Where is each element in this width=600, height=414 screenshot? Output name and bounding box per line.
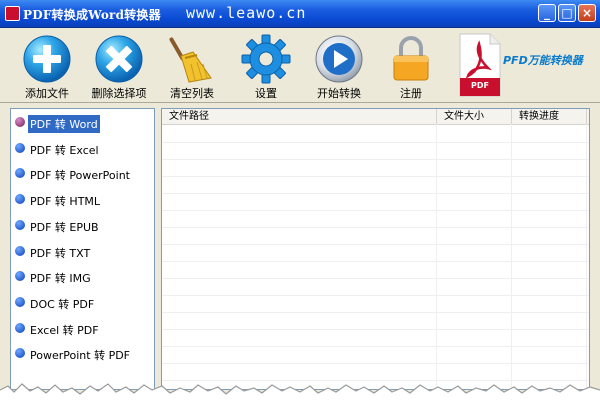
conversion-option-label: PDF 转 PowerPoint (30, 169, 130, 183)
table-row (162, 346, 589, 347)
conversion-option-label: PDF 转 EPUB (30, 220, 99, 234)
start-convert-label: 开始转换 (317, 87, 361, 100)
table-row (162, 261, 589, 262)
table-row (162, 295, 589, 296)
conversion-option-label: PDF 转 Word (28, 115, 100, 133)
table-header: 文件路径 文件大小 转换进度 (162, 109, 589, 125)
conversion-option-label: PowerPoint 转 PDF (30, 349, 130, 363)
close-button[interactable]: × (578, 4, 596, 22)
table-row (162, 244, 589, 245)
window-title: PDF转换成Word转换器 (23, 8, 161, 22)
conversion-option-label: Excel 转 PDF (30, 323, 99, 337)
conversion-type-list: PDF 转 Word PDF 转 Excel PDF 转 PowerPoint PDF… (10, 108, 155, 390)
table-row (162, 193, 589, 194)
website-url: www.leawo.cn (186, 4, 307, 22)
grid-line (586, 124, 587, 389)
table-row (162, 210, 589, 211)
radio-bullet-icon (15, 322, 25, 333)
register-label: 注册 (400, 87, 422, 100)
app-window: PDF转换成Word转换器 www.leawo.cn _ □ × 添加文件 删除… (0, 0, 600, 414)
radio-bullet-icon (15, 348, 25, 359)
remove-selected-label: 删除选择项 (91, 87, 147, 100)
brand-area: PDF PFD万能转换器 (458, 30, 598, 100)
minimize-button[interactable]: _ (538, 4, 556, 22)
add-file-label: 添加文件 (25, 87, 69, 100)
clear-list-label: 清空列表 (170, 87, 214, 100)
column-header-progress[interactable]: 转换进度 (512, 109, 587, 124)
radio-bullet-icon (15, 271, 25, 282)
settings-button[interactable]: 设置 (231, 28, 301, 102)
clear-list-button[interactable]: 清空列表 (157, 28, 227, 102)
register-button[interactable]: 注册 (376, 28, 446, 102)
toolbar: 添加文件 删除选择项 清空列表 设置 开始转换 注册 PDF PFD万能转换器 (0, 28, 600, 102)
table-row (162, 363, 589, 364)
conversion-option-label: DOC 转 PDF (30, 297, 95, 311)
conversion-option-label: PDF 转 Excel (30, 143, 99, 157)
settings-label: 设置 (255, 87, 277, 100)
table-row (162, 329, 589, 330)
conversion-option-label: PDF 转 TXT (30, 246, 91, 260)
lock-icon (393, 36, 429, 81)
table-row (162, 278, 589, 279)
table-row (162, 142, 589, 143)
table-row (162, 176, 589, 177)
remove-selected-button[interactable]: 删除选择项 (84, 28, 154, 102)
grid-line (436, 124, 437, 389)
grid-line (511, 124, 512, 389)
broom-icon (169, 37, 212, 83)
conversion-option-label: PDF 转 HTML (30, 195, 101, 209)
radio-bullet-icon (15, 142, 25, 153)
add-file-button[interactable]: 添加文件 (12, 28, 82, 102)
title-bar[interactable]: PDF转换成Word转换器 www.leawo.cn _ □ × (0, 0, 600, 28)
column-header-size[interactable]: 文件大小 (437, 109, 512, 124)
toolbar-divider (0, 102, 600, 103)
maximize-button[interactable]: □ (558, 4, 576, 22)
app-icon (5, 6, 20, 21)
conversion-option-label: PDF 转 IMG (30, 272, 91, 286)
radio-bullet-icon (15, 245, 25, 256)
start-convert-button[interactable]: 开始转换 (304, 28, 374, 102)
torn-edge-decoration (0, 383, 600, 414)
remove-icon (95, 35, 143, 83)
table-row (162, 227, 589, 228)
add-icon (23, 35, 71, 83)
radio-bullet-icon (15, 219, 25, 230)
play-icon (315, 35, 363, 83)
radio-bullet-icon (15, 296, 25, 307)
radio-bullet-icon (15, 194, 25, 205)
brand-name: PFD万能转换器 (503, 54, 583, 67)
file-list-table[interactable]: 文件路径 文件大小 转换进度 (161, 108, 590, 390)
table-row (162, 312, 589, 313)
gear-icon (241, 34, 291, 84)
column-header-path[interactable]: 文件路径 (162, 109, 437, 124)
table-row (162, 159, 589, 160)
radio-bullet-icon (15, 168, 25, 179)
pdf-logo-text: PDF (471, 81, 489, 90)
radio-bullet-icon (15, 117, 25, 127)
